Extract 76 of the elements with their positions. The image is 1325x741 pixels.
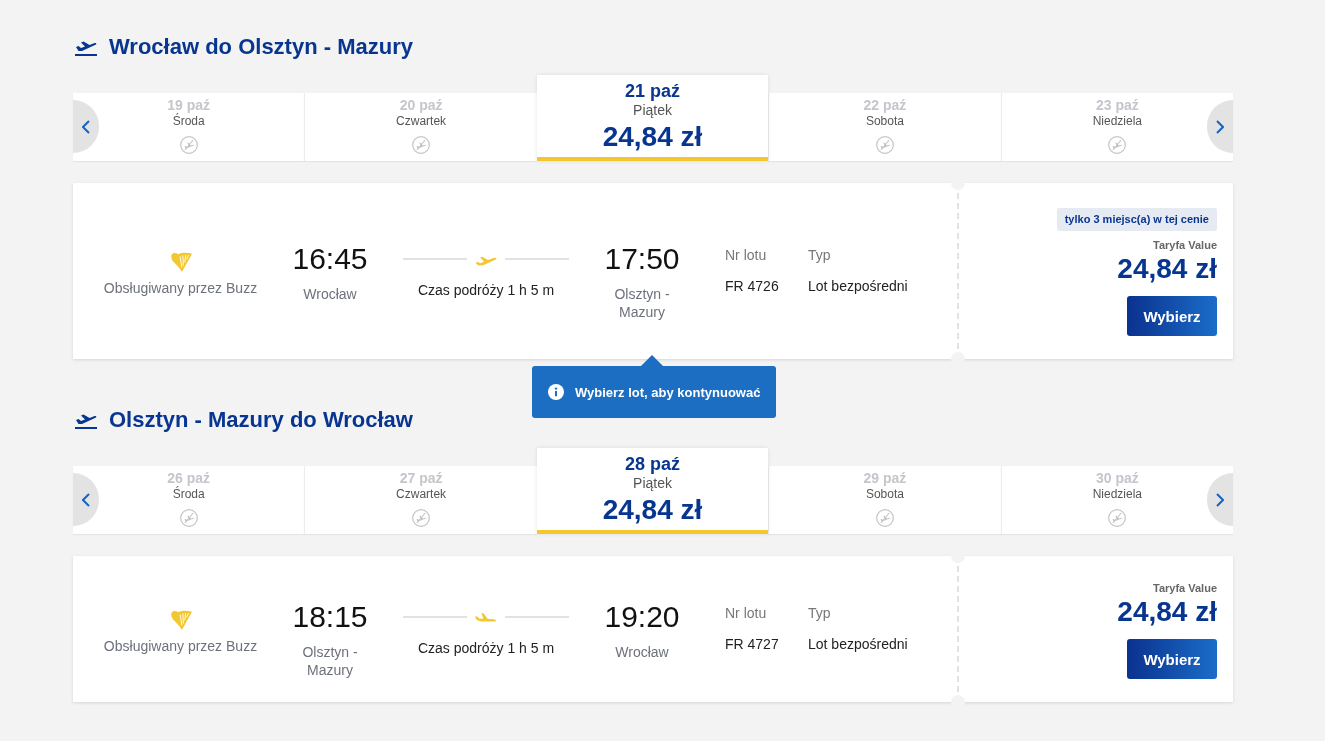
arrival-city: Olsztyn - Mazury	[613, 285, 671, 321]
weekday-label: Niedziela	[1092, 114, 1142, 129]
no-flight-icon	[875, 509, 894, 527]
select-button[interactable]: Wybierz	[1127, 296, 1217, 336]
date-tab[interactable]: 21 paź Piątek 24,84 zł	[536, 75, 769, 161]
date-label: 26 paź	[167, 470, 211, 486]
no-flight-icon	[1108, 509, 1127, 527]
weekday-label: Czwartek	[396, 487, 447, 502]
operator-label: Obsługiwany przez Buzz	[103, 279, 258, 297]
info-icon	[548, 384, 564, 400]
arrival-city: Wrocław	[615, 643, 669, 661]
tooltip-text: Wybierz lot, aby kontynuować	[575, 384, 761, 400]
weekday-label: Sobota	[865, 487, 904, 502]
flight-number-label: Nr lotu	[725, 246, 767, 264]
date-label: 28 paź	[625, 453, 681, 475]
route-title: Olsztyn - Mazury do Wrocław	[109, 407, 413, 433]
date-label: 30 paź	[1095, 470, 1139, 487]
select-button[interactable]: Wybierz	[1127, 639, 1217, 679]
weekday-label: Niedziela	[1092, 487, 1142, 502]
fare-price: 24,84 zł	[1117, 252, 1217, 286]
departure-time: 18:15	[292, 599, 368, 635]
route-title: Wrocław do Olsztyn - Mazury	[109, 34, 413, 60]
flight-type: Lot bezpośredni	[808, 277, 908, 295]
chevron-right-icon	[1216, 119, 1224, 134]
chevron-left-icon	[82, 492, 90, 507]
no-flight-icon	[179, 136, 198, 154]
weekday-label: Sobota	[865, 114, 904, 129]
date-tab[interactable]: 27 paź Czwartek	[304, 466, 537, 534]
date-tab[interactable]: 23 paź Niedziela	[1000, 93, 1234, 161]
date-tab[interactable]: 28 paź Piątek 24,84 zł	[536, 448, 769, 534]
weekday-label: Czwartek	[396, 114, 447, 129]
date-tab[interactable]: 26 paź Środa	[73, 466, 305, 534]
date-tab[interactable]: 30 paź Niedziela	[1000, 466, 1234, 534]
date-tab[interactable]: 22 paź Sobota	[768, 93, 1001, 161]
date-label: 20 paź	[399, 97, 443, 114]
date-label: 29 paź	[863, 470, 907, 487]
date-price: 24,84 zł	[602, 120, 703, 154]
chevron-left-icon	[82, 119, 90, 134]
date-label: 22 paź	[863, 97, 907, 114]
no-flight-icon	[179, 509, 198, 527]
flight-number-label: Nr lotu	[725, 604, 767, 622]
departure-time: 16:45	[292, 241, 368, 277]
fare-name: Taryfa Value	[1153, 581, 1217, 595]
date-price: 24,84 zł	[602, 493, 703, 527]
flight-type-label: Typ	[808, 604, 831, 622]
departure-city: Wrocław	[303, 285, 357, 303]
flight-number: FR 4726	[725, 277, 779, 295]
no-flight-icon	[412, 136, 431, 154]
fare-price: 24,84 zł	[1117, 595, 1217, 629]
date-label: 19 paź	[167, 97, 211, 113]
date-label: 27 paź	[399, 470, 443, 487]
date-tab[interactable]: 29 paź Sobota	[768, 466, 1001, 534]
date-tab[interactable]: 19 paź Środa	[73, 93, 305, 161]
date-label: 21 paź	[625, 80, 681, 102]
operator-label: Obsługiwany przez Buzz	[103, 637, 258, 655]
flight-type-label: Typ	[808, 246, 831, 264]
chevron-right-icon	[1216, 492, 1224, 507]
weekday-label: Piątek	[633, 475, 672, 491]
fare-name: Taryfa Value	[1153, 238, 1217, 252]
weekday-label: Piątek	[633, 102, 672, 118]
flight-number: FR 4727	[725, 635, 779, 653]
no-flight-icon	[1108, 136, 1127, 154]
flight-type: Lot bezpośredni	[808, 635, 908, 653]
weekday-label: Środa	[172, 487, 205, 502]
arrival-time: 19:20	[604, 599, 680, 635]
arrival-time: 17:50	[604, 241, 680, 277]
availability-badge: tylko 3 miejsc(a) w tej cenie	[1056, 208, 1217, 231]
departure-city: Olsztyn - Mazury	[301, 643, 359, 679]
no-flight-icon	[875, 136, 894, 154]
date-tab[interactable]: 20 paź Czwartek	[304, 93, 537, 161]
weekday-label: Środa	[172, 114, 205, 129]
no-flight-icon	[412, 509, 431, 527]
plane-icon	[474, 610, 498, 624]
duration-label: Czas podróży 1 h 5 m	[417, 639, 555, 657]
date-label: 23 paź	[1095, 97, 1139, 114]
duration-label: Czas podróży 1 h 5 m	[417, 281, 555, 299]
